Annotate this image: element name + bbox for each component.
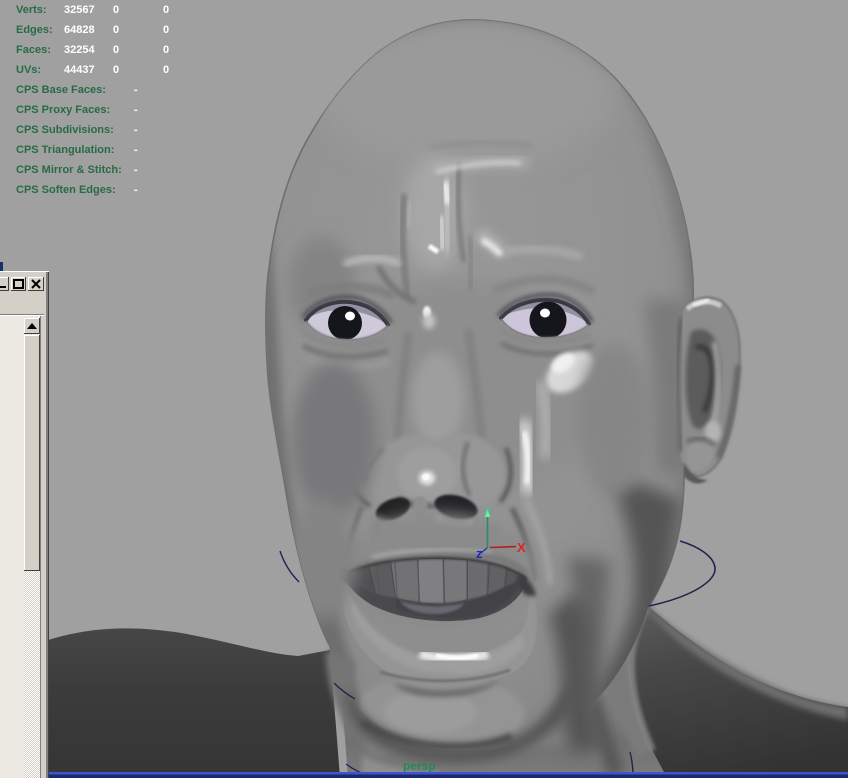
svg-text:CPS Proxy Faces:: CPS Proxy Faces: [16,104,110,116]
svg-text:CPS Base Faces:: CPS Base Faces: [16,84,106,96]
svg-text:persp: persp [403,759,436,773]
svg-text:0: 0 [113,44,119,56]
svg-text:0: 0 [163,44,169,56]
svg-text:32254: 32254 [64,44,95,56]
svg-text:Edges:: Edges: [16,24,53,36]
svg-text:X: X [517,540,526,555]
svg-text:-: - [134,184,138,196]
svg-text:-: - [134,104,138,116]
svg-text:CPS Triangulation:: CPS Triangulation: [16,144,114,156]
svg-text:CPS Mirror & Stitch:: CPS Mirror & Stitch: [16,164,122,176]
svg-text:44437: 44437 [64,64,95,76]
svg-text:CPS Soften Edges:: CPS Soften Edges: [16,184,116,196]
svg-text:0: 0 [163,64,169,76]
svg-text:0: 0 [113,4,119,16]
svg-text:z: z [476,546,483,561]
svg-text:CPS Subdivisions:: CPS Subdivisions: [16,124,114,136]
svg-text:-: - [134,144,138,156]
svg-text:64828: 64828 [64,24,95,36]
svg-text:Faces:: Faces: [16,44,51,56]
svg-text:0: 0 [163,4,169,16]
svg-text:Verts:: Verts: [16,4,47,16]
svg-text:-: - [134,164,138,176]
svg-text:0: 0 [113,64,119,76]
svg-text:-: - [134,124,138,136]
svg-text:0: 0 [163,24,169,36]
svg-text:-: - [134,84,138,96]
svg-text:32567: 32567 [64,4,95,16]
svg-text:UVs:: UVs: [16,64,41,76]
svg-text:0: 0 [113,24,119,36]
